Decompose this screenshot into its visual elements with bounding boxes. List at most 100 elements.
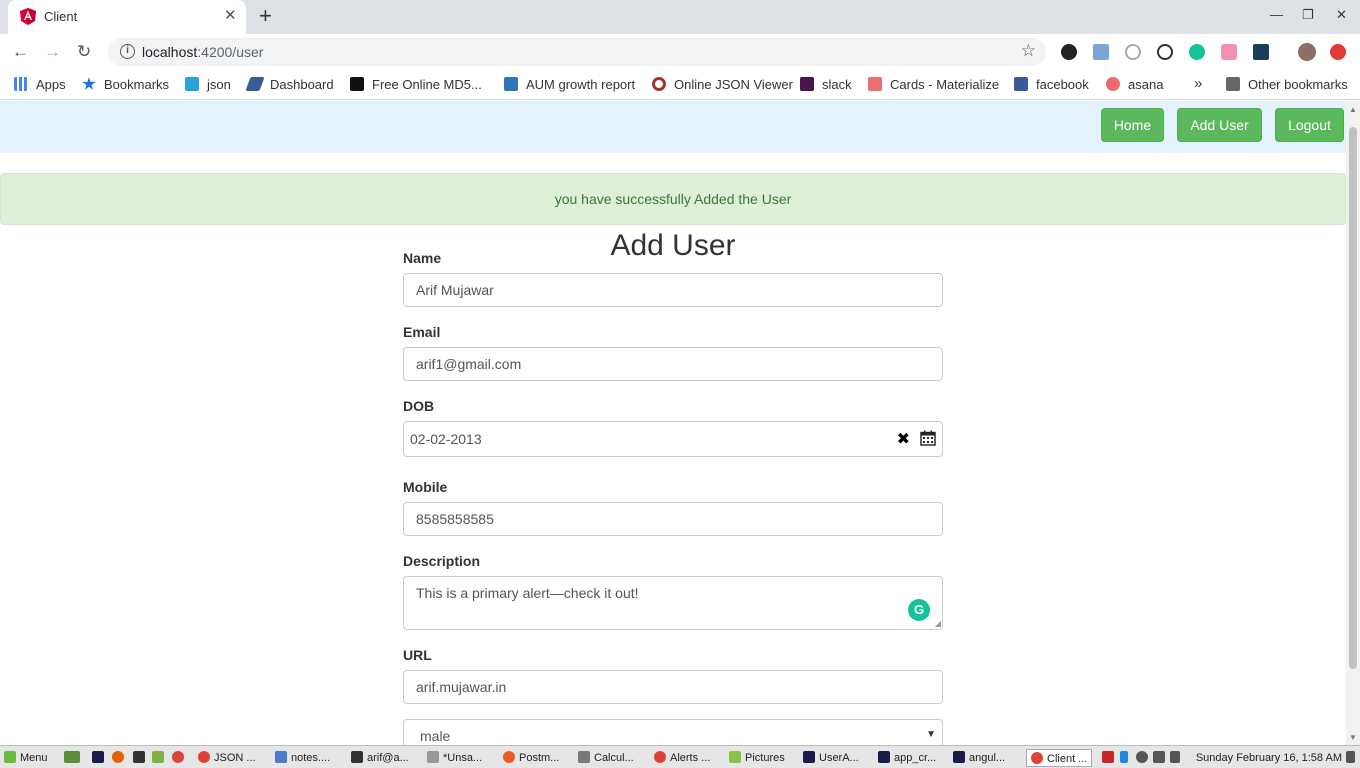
dob-datepicker[interactable]: 02-02-2013 ✖ (403, 421, 943, 457)
tray-bluetooth-icon[interactable] (1120, 749, 1132, 767)
tray-network-icon[interactable] (1153, 749, 1169, 767)
logout-button[interactable]: Logout (1275, 108, 1344, 142)
add-user-button[interactable]: Add User (1177, 108, 1262, 142)
gender-select[interactable]: male ▼ (403, 719, 943, 745)
bookmark-dashboard[interactable]: Dashboard (245, 77, 334, 92)
folder-icon (1226, 77, 1240, 91)
extension-chart-icon[interactable] (1253, 44, 1269, 60)
grammarly-extension-icon[interactable] (1189, 44, 1205, 60)
tray-battery-icon[interactable] (1170, 749, 1184, 767)
forward-icon[interactable]: → (44, 42, 61, 62)
home-button[interactable]: Home (1101, 108, 1164, 142)
dob-label: DOB (403, 398, 435, 414)
address-bar[interactable]: i localhost:4200/user ☆ (108, 38, 1046, 66)
page-viewport: Home Add User Logout you have successful… (0, 101, 1346, 745)
minimize-icon[interactable]: — (1270, 7, 1283, 22)
bookmark-md5[interactable]: Free Online MD5... (350, 77, 482, 92)
bookmark-apps[interactable]: Apps (14, 77, 66, 92)
webstorm-icon (878, 751, 890, 763)
restore-icon[interactable]: ❐ (1302, 7, 1314, 23)
tray-user-icon[interactable] (1136, 749, 1152, 767)
browser-tab-active[interactable]: Client ✕ (8, 0, 246, 34)
app-navbar: Home Add User Logout (0, 101, 1346, 153)
launcher-firefox-icon[interactable] (112, 749, 128, 767)
profile-avatar[interactable] (1298, 43, 1316, 61)
taskbar-item[interactable]: Pictures (729, 749, 785, 767)
chrome-icon (198, 751, 210, 763)
materialize-icon (868, 77, 882, 91)
bookmark-star-icon[interactable]: ☆ (1021, 41, 1036, 61)
taskbar-item[interactable]: arif@a... (351, 749, 409, 767)
asana-icon (1106, 77, 1120, 91)
bookmark-bookmarks[interactable]: Bookmarks (82, 77, 169, 92)
mint-logo-icon (4, 751, 16, 763)
mobile-label: Mobile (403, 479, 448, 495)
taskbar-item[interactable]: notes.... (275, 749, 330, 767)
taskbar-item[interactable]: Alerts ... (654, 749, 710, 767)
scroll-down-icon[interactable]: ▼ (1349, 733, 1357, 742)
bookmark-materialize[interactable]: Cards - Materialize (868, 77, 999, 92)
start-menu-button[interactable]: Menu (4, 749, 48, 767)
taskbar-item[interactable]: app_cr... (878, 749, 936, 767)
extension-code-icon[interactable] (1157, 44, 1173, 60)
other-bookmarks[interactable]: Other bookmarks (1226, 77, 1348, 92)
email-input[interactable]: arif1@gmail.com (403, 347, 943, 381)
resize-handle-icon[interactable]: ◢ (935, 619, 941, 628)
angular-icon (20, 8, 36, 25)
taskbar-item[interactable]: Calcul... (578, 749, 634, 767)
bookmark-slack[interactable]: slack (800, 77, 852, 92)
bookmark-aum[interactable]: AUM growth report (504, 77, 635, 92)
grammarly-icon[interactable]: G (908, 599, 930, 621)
taskbar-item[interactable]: angul... (953, 749, 1005, 767)
taskbar-item[interactable]: Postm... (503, 749, 559, 767)
webstorm-icon (953, 751, 965, 763)
description-textarea[interactable]: This is a primary alert—check it out! G … (403, 576, 943, 630)
extension-record-icon[interactable] (1061, 44, 1077, 60)
bookmark-facebook[interactable]: facebook (1014, 77, 1089, 92)
window-close-icon[interactable]: ✕ (1336, 7, 1347, 23)
bookmark-json-viewer[interactable]: Online JSON Viewer (652, 77, 793, 92)
extension-image-icon[interactable] (1093, 44, 1109, 60)
chrome-icon (654, 751, 666, 763)
facebook-icon (1014, 77, 1028, 91)
launcher-webstorm-icon[interactable] (92, 749, 108, 767)
tab-title: Client (44, 9, 78, 24)
taskbar-item-active[interactable]: Client ... (1026, 749, 1093, 767)
launcher-chrome-icon[interactable] (172, 749, 188, 767)
scroll-thumb[interactable] (1349, 127, 1357, 669)
description-value: This is a primary alert—check it out! (416, 585, 639, 601)
close-tab-icon[interactable]: ✕ (224, 7, 237, 25)
taskbar-item[interactable]: JSON ... (198, 749, 256, 767)
bookmark-asana[interactable]: asana (1106, 77, 1163, 92)
name-input[interactable]: Arif Mujawar (403, 273, 943, 307)
calculator-icon (578, 751, 590, 763)
bookmarks-overflow-icon[interactable]: » (1194, 75, 1202, 92)
bookmark-json[interactable]: json (185, 77, 231, 92)
url-label: URL (403, 647, 432, 663)
mobile-input[interactable]: 8585858585 (403, 502, 943, 536)
calendar-icon[interactable] (920, 430, 936, 446)
show-desktop-icon[interactable] (64, 749, 84, 767)
extension-circle-icon[interactable] (1125, 44, 1141, 60)
browser-tabstrip: Client ✕ + — ❐ ✕ (0, 0, 1360, 34)
launcher-terminal-icon[interactable] (133, 749, 149, 767)
back-icon[interactable]: ← (12, 42, 29, 62)
w2-icon (504, 77, 518, 91)
text-editor-icon (427, 751, 439, 763)
site-info-icon[interactable]: i (120, 44, 135, 59)
extension-arrow-icon[interactable] (1221, 44, 1237, 60)
clear-date-icon[interactable]: ✖ (897, 429, 910, 449)
update-icon[interactable] (1330, 44, 1346, 60)
scroll-up-icon[interactable]: ▲ (1349, 105, 1357, 114)
taskbar-item[interactable]: UserA... (803, 749, 859, 767)
reload-icon[interactable]: ↻ (77, 42, 91, 62)
address-url: localhost:4200/user (142, 44, 264, 60)
clock[interactable]: Sunday February 16, 1:58 AM (1196, 749, 1342, 767)
launcher-files-icon[interactable] (152, 749, 168, 767)
page-scrollbar[interactable]: ▲ ▼ (1346, 101, 1360, 745)
tray-volume-icon[interactable] (1346, 749, 1359, 767)
taskbar-item[interactable]: *Unsa... (427, 749, 482, 767)
tray-shield-icon[interactable] (1102, 749, 1118, 767)
new-tab-icon[interactable]: + (259, 5, 272, 27)
url-input[interactable]: arif.mujawar.in (403, 670, 943, 704)
